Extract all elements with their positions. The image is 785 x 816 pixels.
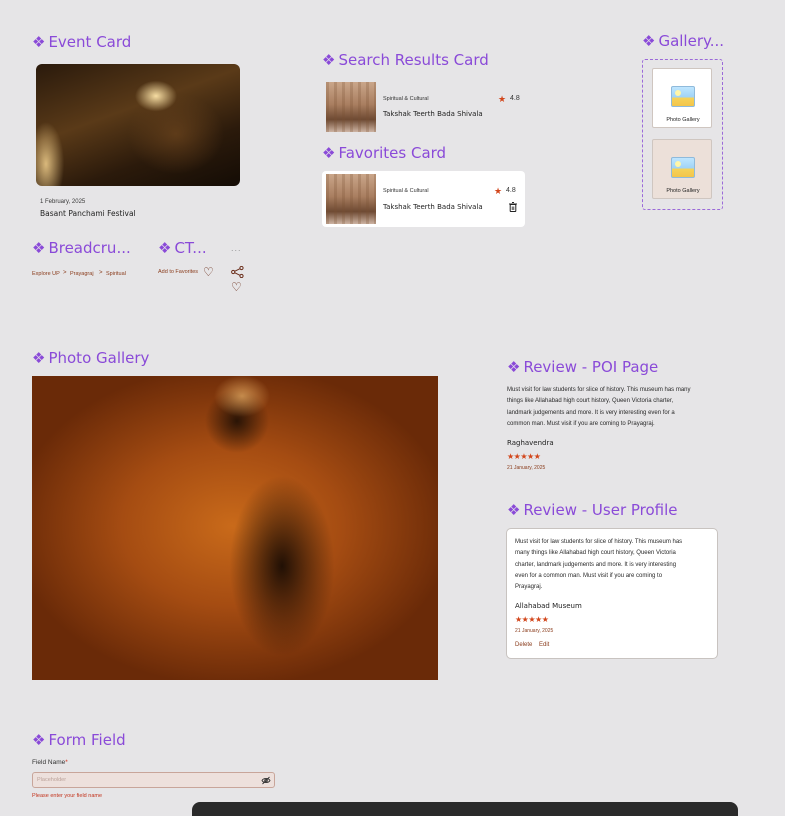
field-placeholder: Placeholder [37,777,67,783]
component-icon: ❖ [507,501,521,519]
place-rating: 4.8 [510,95,520,102]
component-icon: ❖ [507,358,521,376]
section-title-breadcrumb: ❖ Breadcru... [32,239,131,257]
image-icon [671,157,695,178]
star-icon: ★ [494,186,503,196]
photo-gallery-image[interactable] [32,376,438,680]
component-icon: ❖ [158,239,172,257]
add-to-favorites-button[interactable]: Add to Favorites [158,269,198,275]
component-icon: ❖ [322,51,336,69]
gallery-tile[interactable]: Photo Gallery [652,139,712,199]
component-icon: ❖ [322,144,336,162]
trash-icon[interactable] [509,202,517,212]
review-text: Must visit for law students for slice of… [507,387,691,427]
section-title-photo-gallery: ❖ Photo Gallery [32,349,150,367]
event-name[interactable]: Basant Panchami Festival [40,209,136,218]
review-author: Raghavendra [507,439,554,447]
component-icon: ❖ [32,349,46,367]
component-icon: ❖ [642,32,656,50]
place-category: Spiritual & Cultural [383,188,429,194]
place-name: Takshak Teerth Bada Shivala [383,203,483,211]
heart-icon[interactable]: ♡ [203,266,214,278]
section-title-favorites: ❖ Favorites Card [322,144,447,162]
star-rating: ★★★★★ [507,452,541,461]
image-icon [671,86,695,107]
place-category: Spiritual & Cultural [383,96,429,102]
field-error-message: Please enter your field name [32,793,103,799]
component-icon: ❖ [32,731,46,749]
star-icon: ★ [498,94,507,104]
gallery-tile-label: Photo Gallery [666,188,700,194]
eye-off-icon[interactable] [261,776,271,785]
delete-review-button[interactable]: Delete [515,642,532,648]
section-title-form-field: ❖ Form Field [32,731,126,749]
favorite-card[interactable]: Spiritual & Cultural Takshak Teerth Bada… [322,171,525,227]
place-name: Takshak Teerth Bada Shivala [383,110,483,118]
field-input[interactable]: Placeholder [32,772,275,788]
place-thumbnail [326,174,376,224]
breadcrumb-item[interactable]: Spiritual [106,271,126,277]
bottom-toolbar [192,802,738,816]
review-date: 21 January, 2025 [515,628,554,634]
event-image[interactable] [36,64,240,186]
search-result-card[interactable]: Spiritual & Cultural Takshak Teerth Bada… [322,80,525,134]
required-mark: * [65,759,68,766]
gallery-variants: Photo Gallery Photo Gallery [642,59,723,210]
section-title-gallery: ❖ Gallery... [642,32,725,50]
section-title-search-results: ❖ Search Results Card [322,51,489,69]
edit-review-button[interactable]: Edit [539,642,549,648]
share-icon[interactable] [231,266,244,278]
place-thumbnail [326,82,376,132]
user-review-card: Must visit for law students for slice of… [506,528,718,659]
review-text: Must visit for law students for slice of… [515,539,683,591]
place-rating: 4.8 [506,187,516,194]
heart-icon[interactable]: ♡ [231,281,242,293]
review-place: Allahabad Museum [515,602,582,610]
section-title-review-profile: ❖ Review - User Profile [507,501,678,519]
field-label: Field Name* [32,759,68,766]
section-title-event-card: ❖ Event Card [32,33,132,51]
star-rating: ★★★★★ [515,615,549,624]
event-date: 1 February, 2025 [40,199,86,205]
breadcrumb-separator: > [99,270,103,276]
section-title-review-poi: ❖ Review - POI Page [507,358,659,376]
gallery-tile-label: Photo Gallery [666,117,700,123]
review-date: 21 January, 2025 [507,465,546,471]
breadcrumb-item[interactable]: Prayagraj [70,271,94,277]
section-title-cta: ❖ CT... [158,239,207,257]
component-icon: ❖ [32,33,46,51]
more-icon[interactable]: ... [231,243,242,253]
gallery-tile[interactable]: Photo Gallery [652,68,712,128]
breadcrumb-item[interactable]: Explore UP [32,271,60,277]
component-icon: ❖ [32,239,46,257]
breadcrumb-separator: > [63,270,67,276]
